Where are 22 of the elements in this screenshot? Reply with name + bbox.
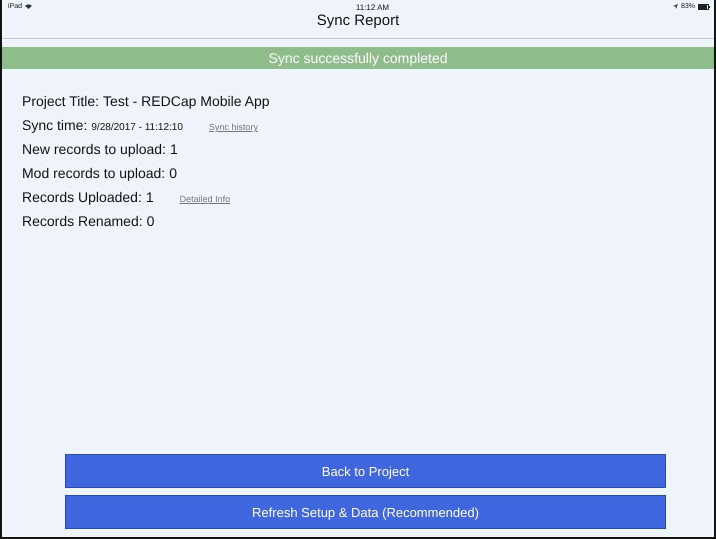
window-title: Sync Report [316, 12, 400, 29]
wifi-icon [25, 4, 32, 9]
action-button[interactable]: Back to Project [65, 454, 666, 488]
info-value: 1 [170, 141, 178, 157]
info-label: Mod records to upload: [22, 165, 166, 181]
info-value: 0 [169, 165, 177, 181]
clock-time: 11:12 AM [356, 3, 390, 12]
info-label: New records to upload: [22, 141, 166, 157]
battery-icon [698, 4, 710, 10]
info-link[interactable]: Detailed Info [180, 194, 230, 204]
info-value: Test - REDCap Mobile App [103, 93, 270, 109]
action-button[interactable]: Refresh Setup & Data (Recommended) [65, 495, 666, 529]
info-label: Sync time: [22, 117, 88, 133]
info-value: 9/28/2017 - 11:12:10 [91, 122, 183, 133]
sync-success-banner: Sync successfully completed [2, 47, 714, 69]
info-value: 1 [146, 189, 154, 205]
info-value: 0 [146, 213, 154, 229]
info-label: Records Renamed: [22, 213, 143, 229]
info-link[interactable]: Sync history [208, 122, 258, 132]
info-label: Records Uploaded: [22, 189, 142, 205]
location-icon [672, 4, 678, 9]
info-label: Project Title: [22, 93, 100, 109]
